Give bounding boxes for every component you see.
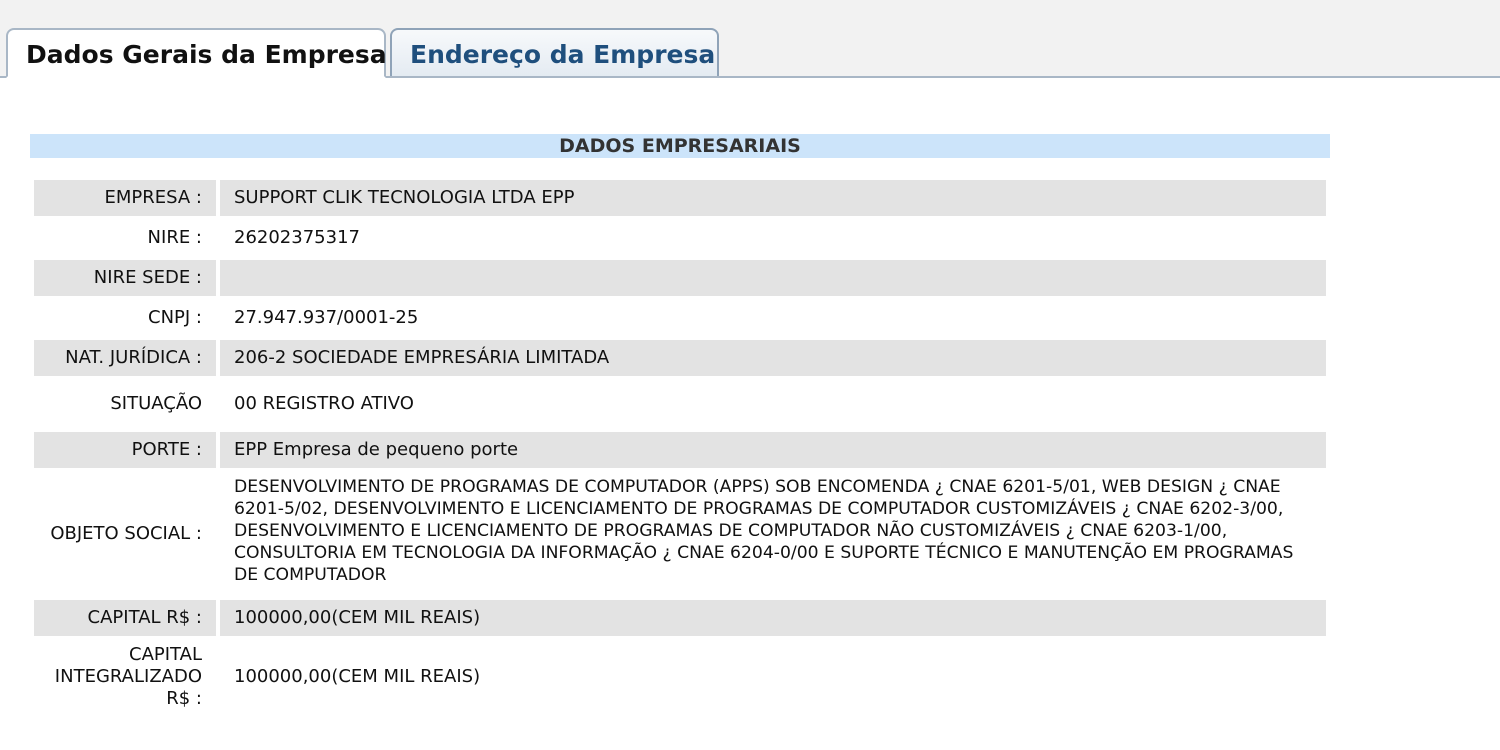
row-nire-sede: NIRE SEDE : bbox=[34, 260, 1326, 296]
field-label: EMPRESA : bbox=[34, 180, 216, 216]
row-capital-integralizado: CAPITAL INTEGRALIZADO R$ : 100000,00(CEM… bbox=[34, 640, 1326, 714]
field-label: CAPITAL R$ : bbox=[34, 600, 216, 636]
row-cnpj: CNPJ : 27.947.937/0001-25 bbox=[34, 300, 1326, 336]
field-value: 27.947.937/0001-25 bbox=[234, 307, 419, 328]
field-label: PORTE : bbox=[34, 432, 216, 468]
row-nat-juridica: NAT. JURÍDICA : 206-2 SOCIEDADE EMPRESÁR… bbox=[34, 340, 1326, 376]
field-value: DESENVOLVIMENTO DE PROGRAMAS DE COMPUTAD… bbox=[234, 477, 1294, 585]
field-value: 00 REGISTRO ATIVO bbox=[234, 393, 414, 414]
company-data-table: EMPRESA : SUPPORT CLIK TECNOLOGIA LTDA E… bbox=[34, 180, 1326, 718]
row-porte: PORTE : EPP Empresa de pequeno porte bbox=[34, 432, 1326, 468]
field-value bbox=[220, 260, 1326, 296]
row-situacao: SITUAÇÃO 00 REGISTRO ATIVO bbox=[34, 380, 1326, 428]
row-capital: CAPITAL R$ : 100000,00(CEM MIL REAIS) bbox=[34, 600, 1326, 636]
row-empresa: EMPRESA : SUPPORT CLIK TECNOLOGIA LTDA E… bbox=[34, 180, 1326, 216]
field-value: SUPPORT CLIK TECNOLOGIA LTDA EPP bbox=[220, 180, 1326, 216]
field-value: EPP Empresa de pequeno porte bbox=[220, 432, 1326, 468]
field-label: CNPJ : bbox=[148, 307, 202, 328]
row-nire: NIRE : 26202375317 bbox=[34, 220, 1326, 256]
tab-dados-gerais[interactable]: Dados Gerais da Empresa bbox=[6, 28, 387, 78]
field-value: 100000,00(CEM MIL REAIS) bbox=[220, 600, 1326, 636]
field-label: NIRE SEDE : bbox=[34, 260, 216, 296]
field-label: SITUAÇÃO bbox=[110, 393, 202, 414]
field-label: CAPITAL INTEGRALIZADO R$ : bbox=[54, 644, 202, 709]
field-value: 26202375317 bbox=[234, 227, 360, 248]
tab-endereco[interactable]: Endereço da Empresa bbox=[390, 28, 719, 76]
tab-bar: Dados Gerais da Empresa Endereço da Empr… bbox=[0, 0, 1500, 78]
field-label: NIRE : bbox=[147, 227, 202, 248]
field-label: OBJETO SOCIAL : bbox=[50, 523, 202, 544]
section-title: DADOS EMPRESARIAIS bbox=[30, 134, 1330, 158]
field-value: 100000,00(CEM MIL REAIS) bbox=[234, 666, 481, 687]
row-objeto-social: OBJETO SOCIAL : DESENVOLVIMENTO DE PROGR… bbox=[34, 472, 1326, 596]
field-value: 206-2 SOCIEDADE EMPRESÁRIA LIMITADA bbox=[220, 340, 1326, 376]
field-label: NAT. JURÍDICA : bbox=[34, 340, 216, 376]
